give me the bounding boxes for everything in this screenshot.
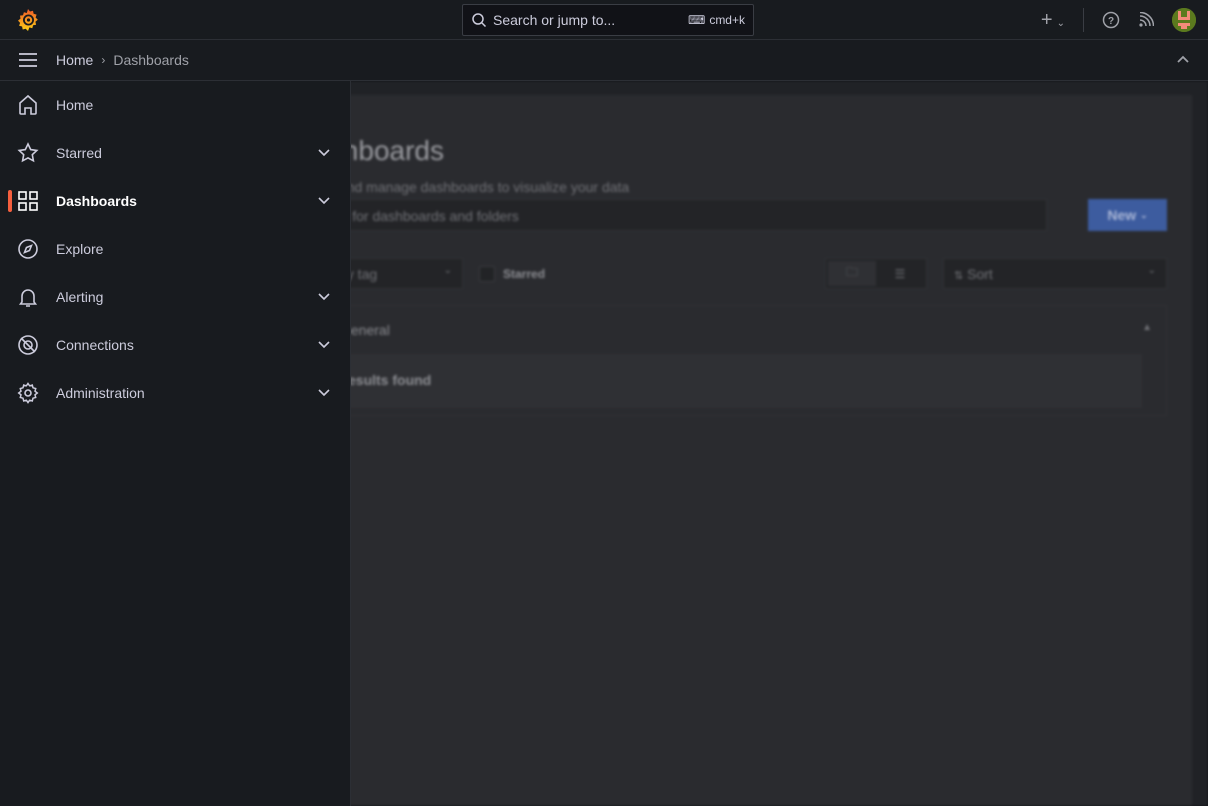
sidebar-item-connections[interactable]: Connections [0,321,350,369]
chevron-down-icon[interactable] [316,192,332,208]
compass-icon [18,239,38,259]
sort-icon: ⇅ [954,270,964,282]
sidebar-item-explore[interactable]: Explore [0,225,350,273]
view-toggle[interactable]: 🗀 ☰ [825,258,927,289]
search-icon [472,13,487,28]
starred-label: Starred [503,267,546,281]
connections-icon [18,335,38,355]
starred-filter[interactable]: Starred [479,266,545,282]
chevron-right-icon: › [101,53,106,67]
sidebar-item-label: Explore [56,241,104,257]
help-icon[interactable]: ? [1102,11,1120,29]
sort-select[interactable]: ⇅ Sort ⌄ [943,258,1167,289]
sidebar-item-label: Starred [56,145,102,161]
sidebar-item-label: Dashboards [56,193,137,209]
chevron-down-icon[interactable] [316,336,332,352]
folder-general[interactable]: General ▲ No results found [293,305,1167,416]
dashboard-search-input[interactable]: Search for dashboards and folders [293,199,1047,231]
chevron-down-icon[interactable] [316,144,332,160]
rss-icon[interactable] [1138,12,1154,28]
chevron-up-icon[interactable] [1176,52,1190,66]
search-placeholder: Search or jump to... [493,12,616,28]
home-icon [19,94,37,115]
empty-state: No results found [306,354,1142,408]
menu-icon[interactable] [18,52,38,68]
avatar[interactable] [1172,8,1196,32]
chevron-down-icon: ⌄ [1140,209,1148,220]
bell-icon [18,289,38,307]
add-new-button[interactable]: + ⌄ [1041,9,1065,32]
chevron-up-icon[interactable]: ▲ [1142,322,1152,333]
sidebar-item-administration[interactable]: Administration [0,369,350,417]
divider [1083,8,1084,32]
sidebar-item-label: Administration [56,385,145,401]
starred-checkbox[interactable] [479,266,495,282]
sort-label: Sort [967,266,993,282]
chevron-down-icon[interactable] [316,288,332,304]
shortcut-label: cmd+k [709,13,745,27]
grafana-logo[interactable] [16,8,40,32]
sidebar-item-alerting[interactable]: Alerting [0,273,350,321]
sidebar-item-label: Home [56,97,94,113]
chevron-down-icon: ⌄ [1147,265,1156,276]
breadcrumb: Home › Dashboards [0,40,1208,81]
svg-text:?: ? [1108,16,1114,27]
star-icon [17,142,39,163]
breadcrumb-current: Dashboards [113,52,189,68]
new-label: New [1107,207,1137,223]
chevron-down-icon: ⌄ [443,265,452,276]
breadcrumb-home[interactable]: Home [56,52,93,68]
chevron-down-icon[interactable] [316,384,332,400]
keyboard-icon: ⌨ [687,13,706,27]
top-bar: Search or jump to... ⌨ cmd+k + ⌄ ? [0,0,1208,40]
chevron-down-icon: ⌄ [1056,17,1065,29]
folder-view-icon[interactable]: 🗀 [828,261,876,286]
apps-icon [18,191,38,211]
new-button[interactable]: New ⌄ [1088,199,1167,231]
list-view-icon[interactable]: ☰ [876,261,924,286]
sidebar-item-label: Connections [56,337,134,353]
sidebar-item-dashboards[interactable]: Dashboards [0,177,350,225]
sidebar-item-label: Alerting [56,289,104,305]
sidebar-item-starred[interactable]: Starred [0,129,350,177]
nav-menu: Home Starred Dashboards Explore Alerting… [0,81,351,806]
search-bar[interactable]: Search or jump to... ⌨ cmd+k [462,4,754,36]
gear-icon [17,382,39,404]
sidebar-item-home[interactable]: Home [0,81,350,129]
